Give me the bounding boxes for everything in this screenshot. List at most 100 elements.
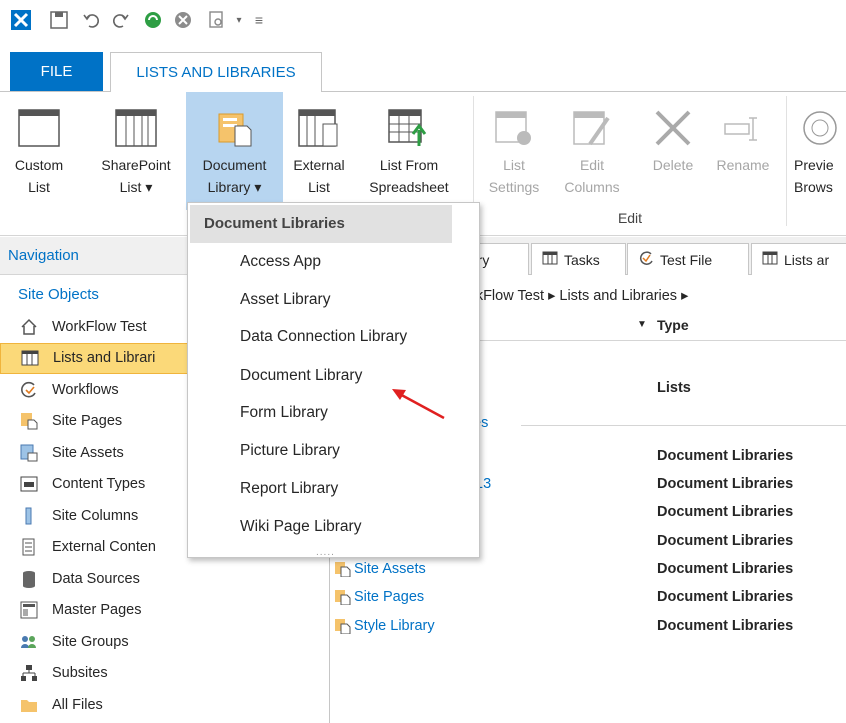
home-icon (20, 318, 38, 336)
nav-item-label: Data Sources (52, 570, 140, 587)
document-library-icon (335, 562, 351, 577)
row-type: Document Libraries (657, 533, 794, 549)
document-library-label-1: Document (202, 157, 267, 173)
delete-label: Delete (652, 157, 694, 173)
folder-icon (20, 696, 38, 714)
master-pages-icon (20, 601, 38, 619)
stop-icon[interactable] (170, 6, 196, 34)
external-list-button[interactable]: External List (286, 92, 352, 210)
menu-item-data-connection-library[interactable]: Data Connection Library (240, 328, 407, 346)
pages-icon (20, 412, 38, 430)
nav-item-label: All Files (52, 696, 103, 713)
custom-list-button[interactable]: Custom List (8, 92, 70, 210)
list-from-spreadsheet-button[interactable]: List From Spreadsheet (356, 92, 462, 210)
groups-icon (20, 633, 38, 651)
sharepoint-list-icon (115, 109, 157, 147)
subsites-icon (20, 664, 38, 682)
nav-item-data-sources[interactable]: Data Sources (0, 563, 329, 595)
list-icon (762, 251, 778, 268)
nav-item-label: Site Pages (52, 413, 123, 430)
dropdown-header: Document Libraries (190, 205, 452, 243)
save-icon[interactable] (46, 6, 72, 34)
tab-test-file[interactable]: Test File (627, 243, 749, 275)
document-library-icon (335, 590, 351, 605)
sharepoint-list-button[interactable]: SharePoint List ▾ (90, 92, 182, 210)
list-settings-icon (495, 111, 531, 145)
preview-browser-button[interactable]: Previe Brows (794, 92, 846, 210)
nav-item-label: External Conten (52, 539, 156, 556)
nav-item-label: Content Types (52, 476, 146, 493)
sharepoint-list-label-1: SharePoint (101, 157, 171, 173)
resize-grip[interactable]: ..... (316, 547, 335, 558)
document-library-button[interactable]: Document Library ▾ (186, 92, 283, 210)
document-library-icon (218, 113, 251, 147)
redo-icon[interactable] (108, 6, 134, 34)
list-icon (542, 251, 558, 268)
delete-button[interactable]: Delete (640, 92, 706, 210)
menu-item-access-app[interactable]: Access App (240, 253, 321, 271)
list-item-site-pages[interactable]: Site Pages (335, 589, 424, 605)
workflow-icon (638, 250, 654, 269)
menu-item-report-library[interactable]: Report Library (240, 480, 338, 498)
refresh-icon[interactable] (140, 6, 166, 34)
menu-item-form-library[interactable]: Form Library (240, 404, 328, 422)
document-library-label-2: Library ▾ (207, 179, 262, 195)
assets-icon (20, 444, 38, 462)
row-type: Document Libraries (657, 448, 794, 464)
undo-icon[interactable] (78, 6, 104, 34)
menu-item-picture-library[interactable]: Picture Library (240, 442, 340, 460)
tab-file[interactable]: FILE (10, 52, 103, 91)
nav-item-label: Lists and Librari (53, 350, 156, 367)
external-content-icon (20, 538, 38, 556)
app-icon[interactable] (8, 6, 34, 34)
preview-browser-icon (803, 111, 837, 145)
edit-columns-icon (573, 111, 610, 146)
columns-icon (20, 507, 38, 525)
list-item-label: Style Library (354, 618, 435, 634)
external-list-label-2: List (308, 179, 330, 195)
nav-item-all-files[interactable]: All Files (0, 689, 329, 721)
list-from-spreadsheet-label-1: List From (379, 157, 439, 173)
nav-item-master-pages[interactable]: Master Pages (0, 595, 329, 627)
annotation-arrow-icon (392, 389, 445, 420)
tab-lists-and-libraries-doc[interactable]: Lists ar (751, 243, 846, 275)
database-icon (20, 570, 38, 588)
nav-item-subsites[interactable]: Subsites (0, 658, 329, 690)
rename-label: Rename (716, 157, 770, 173)
menu-item-asset-library[interactable]: Asset Library (240, 291, 330, 309)
ribbon-tab-strip: FILE LISTS AND LIBRARIES (0, 52, 846, 93)
customize-icon[interactable]: ≡ (246, 6, 272, 34)
list-item-site-assets[interactable]: Site Assets (335, 561, 426, 577)
list-item-label: Site Pages (354, 589, 425, 605)
nav-item-label: Site Assets (52, 444, 124, 461)
menu-item-document-library[interactable]: Document Library (240, 367, 362, 385)
sort-caret-icon[interactable]: ▼ (637, 319, 647, 330)
custom-list-label-1: Custom (14, 157, 64, 173)
rename-button[interactable]: Rename (708, 92, 778, 210)
column-header-type[interactable]: Type (657, 317, 689, 333)
external-list-label-1: External (293, 157, 345, 173)
document-library-icon (335, 619, 351, 634)
tab-test-file-label: Test File (660, 251, 713, 268)
tab-lists-and-libraries[interactable]: LISTS AND LIBRARIES (110, 52, 322, 93)
tab-lists-label: Lists ar (784, 251, 830, 268)
list-from-spreadsheet-label-2: Spreadsheet (369, 179, 449, 195)
edit-columns-button[interactable]: Edit Columns (552, 92, 632, 210)
row-type: Document Libraries (657, 589, 794, 605)
row-type: Document Libraries (657, 618, 794, 634)
external-list-icon (298, 109, 338, 147)
nav-item-site-groups[interactable]: Site Groups (0, 626, 329, 658)
row-type: Document Libraries (657, 561, 794, 577)
list-item-style-library[interactable]: Style Library (335, 618, 435, 634)
nav-item-label: Subsites (52, 665, 108, 682)
list-icon (21, 349, 39, 367)
spreadsheet-import-icon (388, 109, 427, 146)
list-item-label: Site Assets (354, 561, 426, 577)
tab-tasks[interactable]: Tasks (531, 243, 626, 275)
menu-item-wiki-page-library[interactable]: Wiki Page Library (240, 518, 361, 536)
row-type: Document Libraries (657, 504, 794, 520)
nav-item-label: Workflows (52, 381, 119, 398)
list-settings-button[interactable]: List Settings (480, 92, 548, 210)
row-type: Document Libraries (657, 476, 794, 492)
list-settings-label-2: Settings (488, 179, 540, 195)
